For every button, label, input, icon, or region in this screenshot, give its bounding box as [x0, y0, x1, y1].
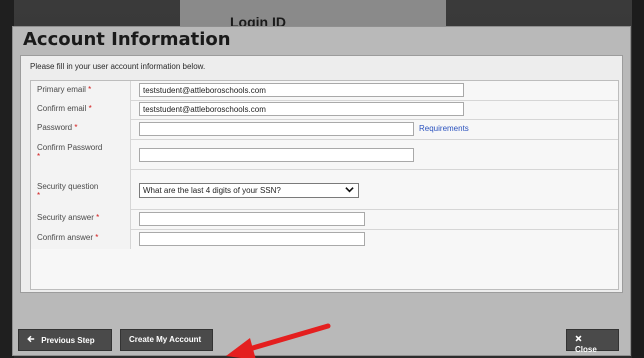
confirm-answer-input[interactable]	[139, 232, 365, 246]
required-mark: *	[88, 85, 92, 94]
security-answer-input[interactable]	[139, 212, 365, 226]
security-question-selected: What are the last 4 digits of your SSN?	[143, 186, 281, 195]
arrow-left-icon	[27, 335, 37, 345]
security-answer-label: Security answer *	[31, 209, 131, 229]
row-security-answer: Security answer *	[31, 209, 618, 230]
primary-email-input[interactable]: teststudent@attleboroschools.com	[139, 83, 464, 97]
account-information-dialog: Account Information Please fill in your …	[12, 26, 631, 356]
required-mark: *	[88, 104, 92, 113]
intro-text: Please fill in your user account informa…	[30, 62, 206, 71]
required-mark: *	[95, 233, 99, 242]
confirm-email-input[interactable]: teststudent@attleboroschools.com	[139, 102, 464, 116]
chevron-down-icon	[345, 185, 354, 196]
row-confirm-answer: Confirm answer *	[31, 229, 618, 249]
dialog-title: Account Information	[23, 29, 231, 50]
dialog-body: Please fill in your user account informa…	[20, 55, 623, 293]
row-confirm-email: Confirm email * teststudent@attleborosch…	[31, 100, 618, 120]
security-question-select[interactable]: What are the last 4 digits of your SSN?	[139, 183, 359, 198]
primary-email-label: Primary email *	[31, 81, 131, 100]
row-primary-email: Primary email * teststudent@attleborosch…	[31, 81, 618, 101]
password-input[interactable]	[139, 122, 414, 136]
row-password: Password * Requirements	[31, 119, 618, 140]
previous-step-button[interactable]: Previous Step	[18, 329, 112, 351]
required-mark: *	[74, 123, 78, 132]
confirm-email-label: Confirm email *	[31, 100, 131, 119]
password-label: Password *	[31, 119, 131, 139]
confirm-answer-label: Confirm answer *	[31, 229, 131, 249]
confirm-password-input[interactable]	[139, 148, 414, 162]
confirm-password-label: Confirm Password *	[31, 139, 131, 169]
row-confirm-password: Confirm Password *	[31, 139, 618, 170]
security-question-label: Security question *	[31, 169, 131, 209]
background-right-strip	[632, 0, 644, 358]
create-account-button[interactable]: Create My Account	[120, 329, 213, 351]
x-icon	[575, 335, 582, 344]
requirements-link[interactable]: Requirements	[419, 124, 469, 133]
close-button[interactable]: Close	[566, 329, 619, 354]
required-mark: *	[37, 152, 41, 161]
required-mark: *	[96, 213, 100, 222]
required-mark: *	[37, 191, 41, 200]
row-security-question: Security question * What are the last 4 d…	[31, 169, 618, 210]
account-form: Primary email * teststudent@attleborosch…	[30, 80, 619, 290]
